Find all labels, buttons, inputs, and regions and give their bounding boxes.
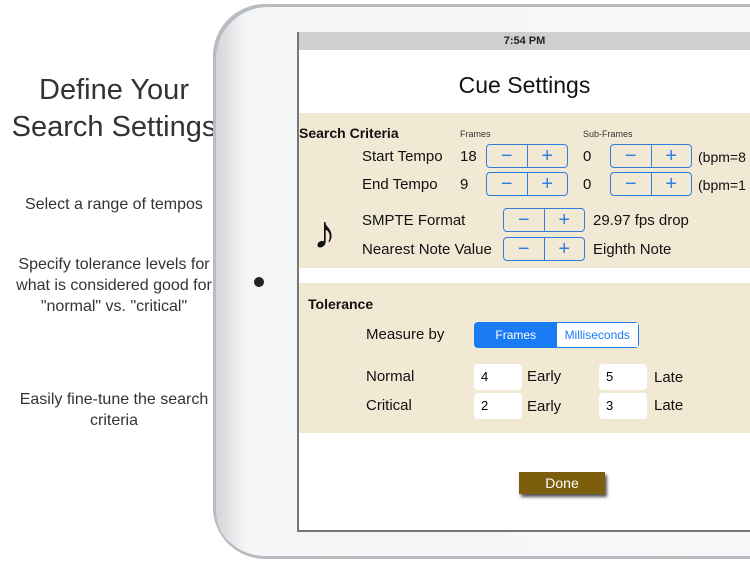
search-heading: Search Criteria — [299, 125, 399, 141]
measure-by-segmented-control: Frames Milliseconds — [474, 322, 639, 348]
end-tempo-label: End Tempo — [362, 176, 438, 193]
promo-bullet: Easily fine-tune the search criteria — [19, 391, 209, 429]
early-label: Early — [527, 398, 562, 415]
end-bpm: (bpm=1 — [698, 177, 746, 193]
eighth-note-icon: ♪ — [313, 206, 336, 258]
note-value: Eighth Note — [593, 241, 672, 258]
search-criteria-section: Search Criteria Frames Sub-Frames Start … — [299, 113, 750, 268]
minus-button[interactable]: − — [611, 173, 651, 195]
critical-late-input[interactable]: 3 — [599, 393, 647, 419]
camera-icon — [254, 277, 264, 287]
start-frames-value: 18 — [460, 148, 477, 165]
early-label: Early — [527, 368, 562, 385]
end-frames-stepper[interactable]: − + — [486, 172, 568, 196]
plus-button[interactable]: + — [543, 209, 585, 231]
minus-button[interactable]: − — [487, 173, 527, 195]
plus-button[interactable]: + — [650, 173, 692, 195]
status-bar: 7:54 PM — [299, 32, 750, 50]
start-subframes-value: 0 — [583, 148, 592, 165]
promo-bullet: Select a range of tempos — [25, 196, 203, 213]
normal-early-input[interactable]: 4 — [474, 364, 522, 390]
end-frames-value: 9 — [460, 176, 469, 193]
plus-button[interactable]: + — [526, 173, 568, 195]
smpte-value: 29.97 fps drop — [593, 212, 689, 229]
plus-button[interactable]: + — [650, 145, 692, 167]
minus-button[interactable]: − — [487, 145, 527, 167]
done-button[interactable]: Done — [519, 472, 605, 494]
measure-label: Measure by — [366, 326, 445, 343]
normal-label: Normal — [366, 368, 415, 385]
start-bpm: (bpm=8 — [698, 149, 746, 165]
minus-button[interactable]: − — [504, 238, 544, 260]
subframes-label: Sub-Frames — [583, 129, 633, 139]
critical-label: Critical — [366, 397, 412, 414]
end-subframes-stepper[interactable]: − + — [610, 172, 692, 196]
smpte-label: SMPTE Format — [362, 212, 466, 229]
frames-label: Frames — [460, 129, 491, 139]
tolerance-section: Tolerance Measure by Normal 4 Early 5 La… — [299, 283, 750, 433]
screen: 7:54 PM Cue Settings Search Criteria Fra… — [297, 32, 750, 532]
note-stepper[interactable]: − + — [503, 237, 585, 261]
start-frames-stepper[interactable]: − + — [486, 144, 568, 168]
critical-early-input[interactable]: 2 — [474, 393, 522, 419]
minus-button[interactable]: − — [504, 209, 544, 231]
normal-late-input[interactable]: 5 — [599, 364, 647, 390]
page-title: Cue Settings — [458, 72, 591, 98]
promo-bullet: Specify tolerance levels for what is con… — [16, 256, 212, 315]
promo-title: Define Your Search Settings — [11, 74, 217, 143]
smpte-stepper[interactable]: − + — [503, 208, 585, 232]
plus-button[interactable]: + — [543, 238, 585, 260]
late-label: Late — [654, 369, 684, 386]
segment-milliseconds[interactable]: Milliseconds — [556, 323, 638, 347]
start-subframes-stepper[interactable]: − + — [610, 144, 692, 168]
late-label: Late — [654, 397, 684, 414]
minus-button[interactable]: − — [611, 145, 651, 167]
end-subframes-value: 0 — [583, 176, 592, 193]
start-tempo-label: Start Tempo — [362, 148, 443, 165]
tolerance-heading: Tolerance — [308, 296, 374, 312]
plus-button[interactable]: + — [526, 145, 568, 167]
segment-frames[interactable]: Frames — [475, 323, 557, 347]
note-label: Nearest Note Value — [362, 241, 492, 258]
